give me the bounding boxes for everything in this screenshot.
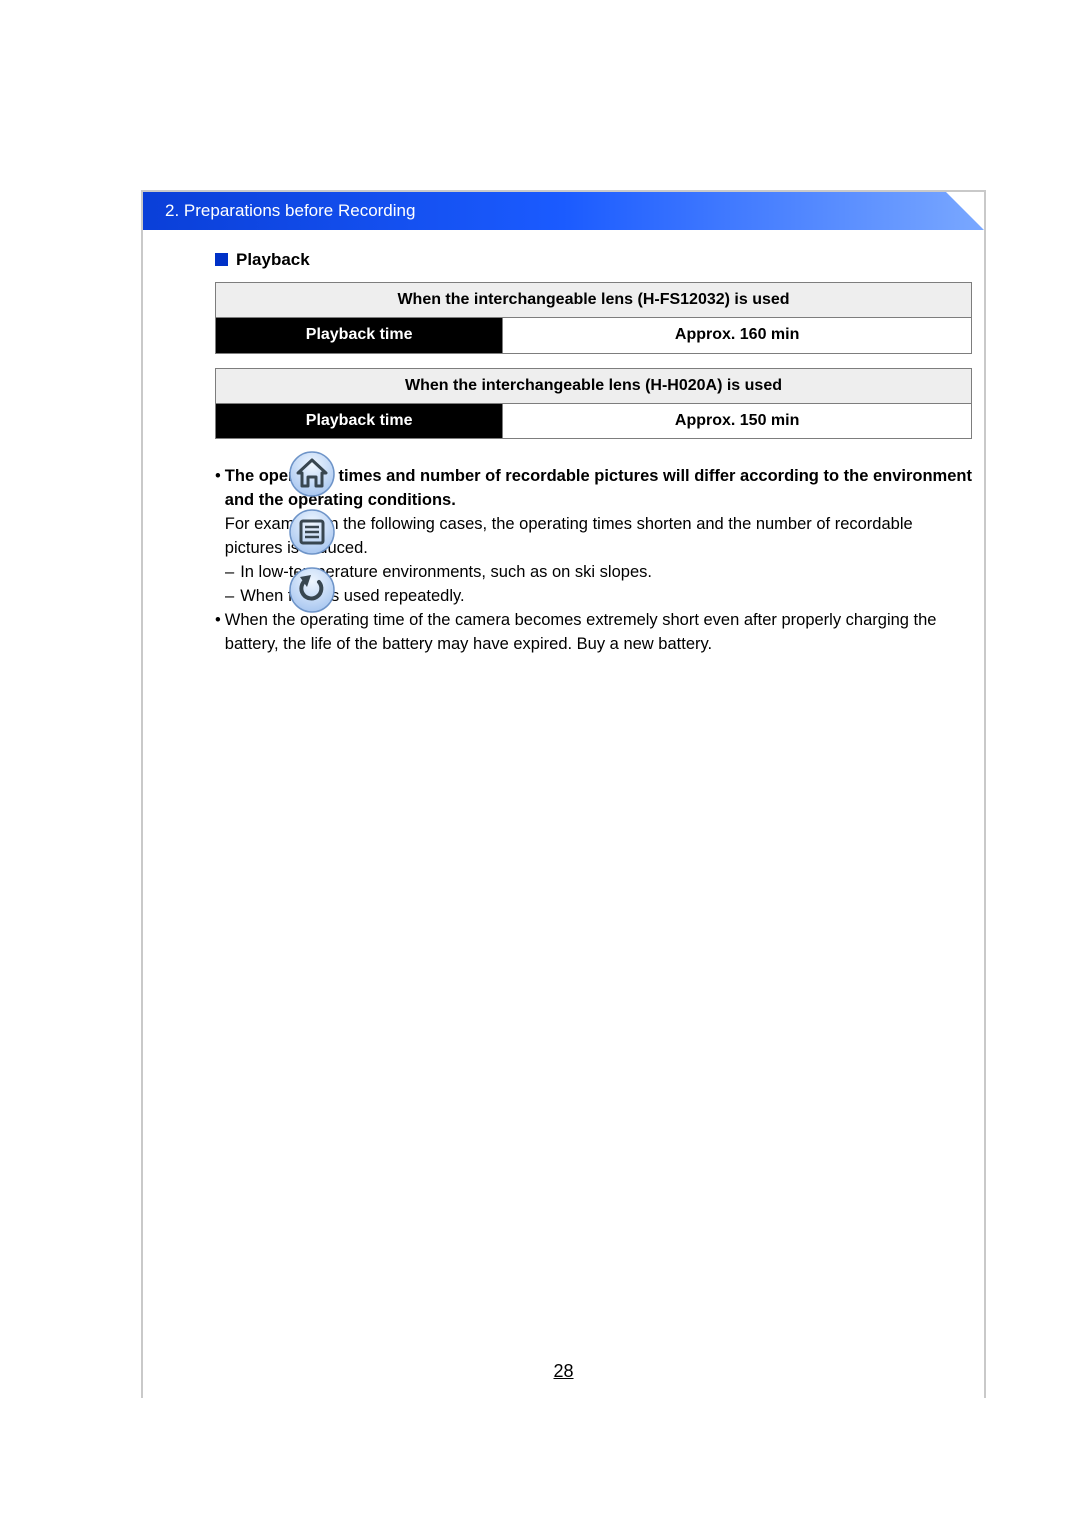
dash-icon: – [225,561,234,585]
page: 2. Preparations before Recording [141,192,986,1398]
back-icon[interactable] [289,567,335,613]
table-cell-label: Playback time [216,318,503,353]
nav-icon-bar [289,451,343,625]
toc-icon[interactable] [289,509,335,555]
table-caption: When the interchangeable lens (H-FS12032… [216,282,972,317]
home-icon[interactable] [289,451,335,497]
subsection-title: Playback [236,250,310,269]
dash-icon: – [225,585,234,609]
spec-table-1: When the interchangeable lens (H-FS12032… [215,282,972,354]
bullet-dot-icon: • [215,609,221,657]
table-caption: When the interchangeable lens (H-H020A) … [216,368,972,403]
table-cell-value: Approx. 150 min [503,403,972,438]
note-line: When flash is used repeatedly. [240,585,464,609]
table-cell-label: Playback time [216,403,503,438]
section-header: 2. Preparations before Recording [143,192,984,230]
content-area: Playback When the interchangeable lens (… [143,248,984,657]
subsection-heading: Playback [215,248,972,272]
bullet-dot-icon: • [215,465,221,561]
section-number: 2. [165,201,179,220]
table-cell-value: Approx. 160 min [503,318,972,353]
square-marker-icon [215,253,228,266]
spec-table-2: When the interchangeable lens (H-H020A) … [215,368,972,440]
section-title: Preparations before Recording [184,201,416,220]
page-number[interactable]: 28 [143,1361,984,1382]
